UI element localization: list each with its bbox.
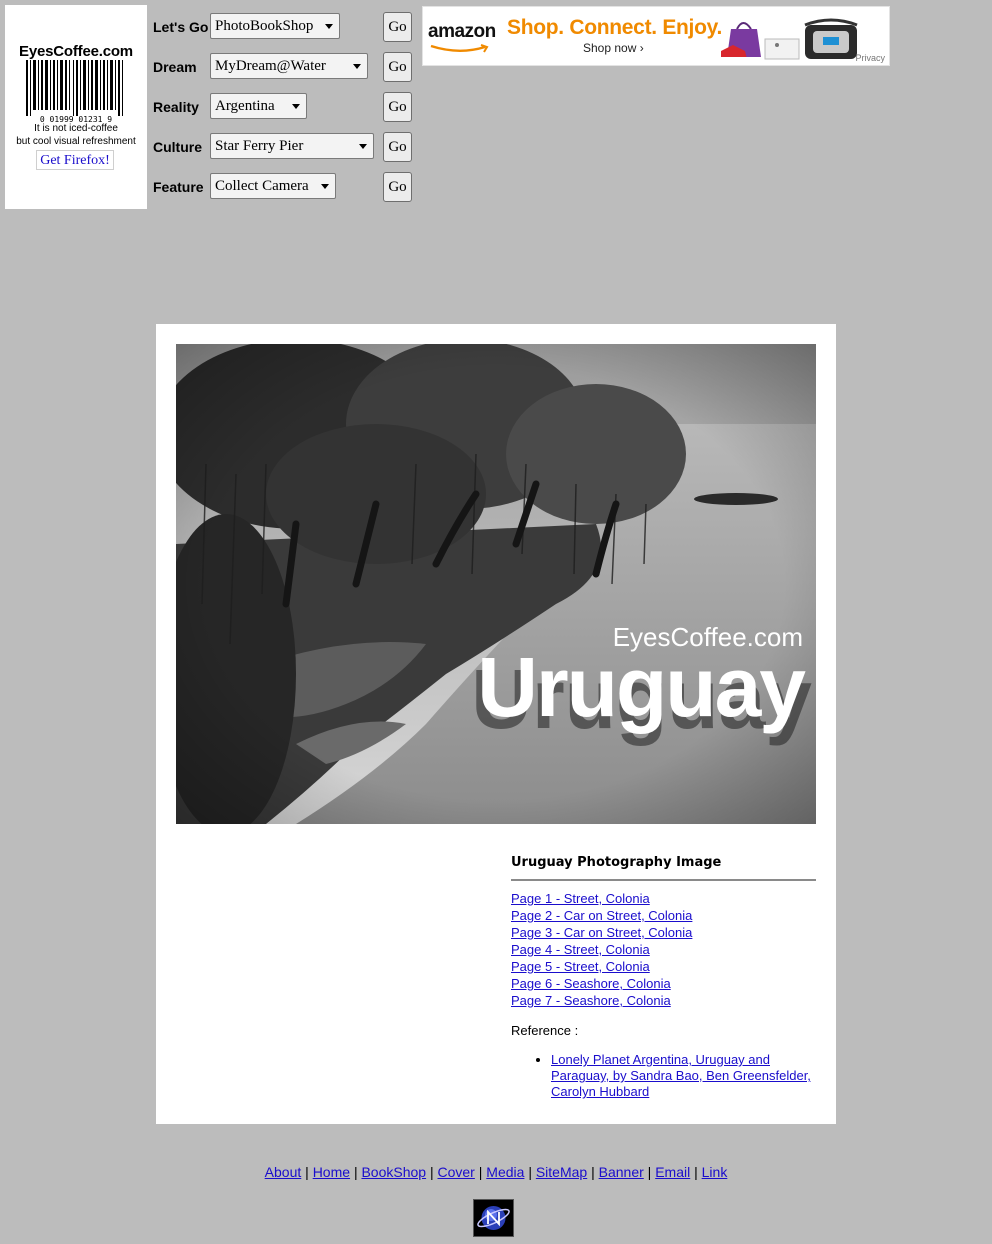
page-link-1[interactable]: Page 1 - Street, Colonia <box>511 891 650 906</box>
footer-link-banner[interactable]: Banner <box>599 1164 644 1180</box>
ad-products-image <box>721 18 858 60</box>
sidebar-divider <box>511 879 816 881</box>
page-link-5[interactable]: Page 5 - Street, Colonia <box>511 959 650 974</box>
photo-watermark-title: Uruguay <box>477 640 806 734</box>
footer-link-bookshop[interactable]: BookShop <box>361 1164 426 1180</box>
barcode-icon: 0 01999 01231 9 <box>26 60 123 124</box>
go-button-reality[interactable]: Go <box>383 92 412 122</box>
nav-label: Culture <box>153 139 202 155</box>
ad-privacy-link[interactable]: Privacy <box>855 53 885 63</box>
nav-select-value: Star Ferry Pier <box>215 138 304 154</box>
site-badge-icon[interactable] <box>473 1199 514 1237</box>
go-button-culture[interactable]: Go <box>383 132 412 162</box>
main-content-card: EyesCoffee.com Uruguay Uruguay Uruguay P… <box>156 324 836 1124</box>
nav-select-culture[interactable]: Star Ferry Pier <box>210 133 374 159</box>
nav-label: Feature <box>153 179 204 195</box>
nav-select-value: Collect Camera <box>215 178 309 194</box>
amazon-logo: amazon <box>428 21 496 42</box>
dropdown-arrow-icon <box>359 144 367 149</box>
list-item: Page 7 - Seashore, Colonia <box>511 992 816 1009</box>
dropdown-arrow-icon <box>321 184 329 189</box>
footer-separator: | <box>353 1164 358 1180</box>
footer-separator: | <box>694 1164 698 1180</box>
get-firefox-button[interactable]: Get Firefox! <box>36 150 114 170</box>
uruguay-photo: EyesCoffee.com Uruguay Uruguay <box>176 344 816 824</box>
list-item: Page 2 - Car on Street, Colonia <box>511 907 816 924</box>
footer-link-cover[interactable]: Cover <box>438 1164 475 1180</box>
nav-select-value: PhotoBookShop <box>215 18 314 34</box>
footer-separator: | <box>478 1164 483 1180</box>
footer-separator: | <box>429 1164 434 1180</box>
footer-link-media[interactable]: Media <box>486 1164 524 1180</box>
list-item: Page 4 - Street, Colonia <box>511 941 816 958</box>
nav-select-dream[interactable]: MyDream@Water <box>210 53 368 79</box>
footer-nav: About | Home | BookShop | Cover | Media … <box>0 1164 992 1180</box>
reference-link-lonely-planet[interactable]: Lonely Planet Argentina, Uruguay and Par… <box>551 1052 811 1099</box>
site-logo-box[interactable]: EyesCoffee.com 0 01999 01231 9 It is not… <box>5 5 147 209</box>
list-item: Page 1 - Street, Colonia <box>511 890 816 907</box>
footer-separator: | <box>591 1164 595 1180</box>
ad-shop-now-link[interactable]: Shop now › <box>583 41 644 55</box>
amazon-smile-icon <box>430 44 489 53</box>
page-link-4[interactable]: Page 4 - Street, Colonia <box>511 942 650 957</box>
footer-link-sitemap[interactable]: SiteMap <box>536 1164 587 1180</box>
nav-label: Reality <box>153 99 199 115</box>
nav-label: Let's Go <box>153 19 209 35</box>
site-logo-title: EyesCoffee.com <box>19 43 133 60</box>
nav-select-value: MyDream@Water <box>215 58 326 74</box>
list-item: Lonely Planet Argentina, Uruguay and Par… <box>551 1052 816 1100</box>
reference-list: Lonely Planet Argentina, Uruguay and Par… <box>511 1052 816 1100</box>
tagline-line-1: It is not iced-coffee <box>34 123 118 134</box>
page-link-3[interactable]: Page 3 - Car on Street, Colonia <box>511 925 692 940</box>
nav-select-feature[interactable]: Collect Camera <box>210 173 336 199</box>
page-link-2[interactable]: Page 2 - Car on Street, Colonia <box>511 908 692 923</box>
dropdown-arrow-icon <box>353 64 361 69</box>
page-link-6[interactable]: Page 6 - Seashore, Colonia <box>511 976 671 991</box>
nav-label: Dream <box>153 59 197 75</box>
footer-separator: | <box>305 1164 309 1180</box>
go-button-feature[interactable]: Go <box>383 172 412 202</box>
nav-select-reality[interactable]: Argentina <box>210 93 307 119</box>
list-item: Page 6 - Seashore, Colonia <box>511 975 816 992</box>
go-button-lets-go[interactable]: Go <box>383 12 412 42</box>
footer-link-link[interactable]: Link <box>702 1164 728 1180</box>
go-button-dream[interactable]: Go <box>383 52 412 82</box>
tagline-line-2: but cool visual refreshment <box>16 136 136 147</box>
footer-link-email[interactable]: Email <box>655 1164 690 1180</box>
photo-sidebar: Uruguay Photography Image Page 1 - Stree… <box>511 854 816 1100</box>
reference-label: Reference : <box>511 1023 579 1038</box>
footer-link-about[interactable]: About <box>265 1164 302 1180</box>
list-item: Page 3 - Car on Street, Colonia <box>511 924 816 941</box>
dropdown-arrow-icon <box>325 24 333 29</box>
nav-select-value: Argentina <box>215 98 275 114</box>
dropdown-arrow-icon <box>292 104 300 109</box>
nav-select-lets-go[interactable]: PhotoBookShop <box>210 13 340 39</box>
sidebar-title: Uruguay Photography Image <box>511 855 722 870</box>
footer-separator: | <box>647 1164 652 1180</box>
page-link-7[interactable]: Page 7 - Seashore, Colonia <box>511 993 671 1008</box>
footer-separator: | <box>528 1164 532 1180</box>
footer-link-home[interactable]: Home <box>313 1164 350 1180</box>
amazon-ad-banner[interactable]: amazon Shop. Connect. Enjoy. Shop now › … <box>422 6 890 66</box>
ad-slogan: Shop. Connect. Enjoy. <box>507 16 722 39</box>
list-item: Page 5 - Street, Colonia <box>511 958 816 975</box>
page-link-list: Page 1 - Street, Colonia Page 2 - Car on… <box>511 890 816 1009</box>
